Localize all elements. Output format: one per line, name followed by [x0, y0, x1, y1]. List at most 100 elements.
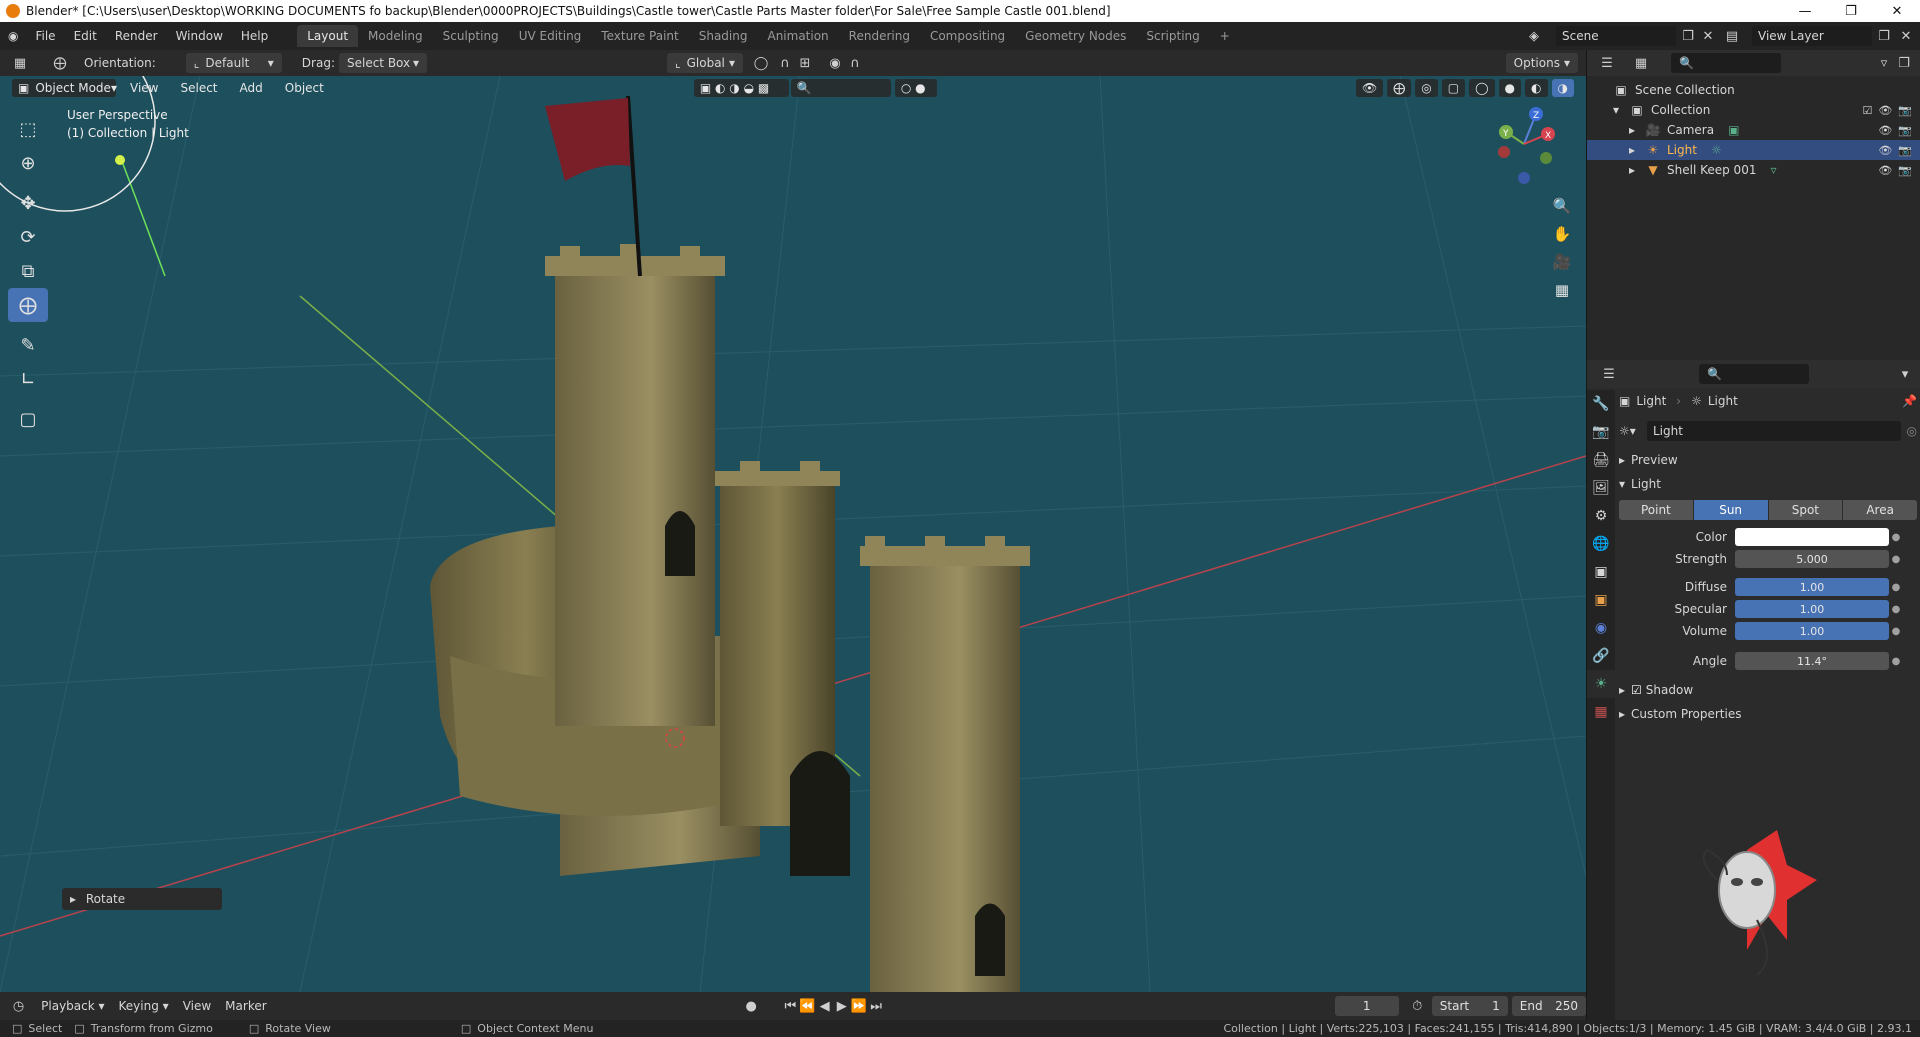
timeline-view-menu[interactable]: View — [183, 999, 211, 1013]
last-operation-panel[interactable]: ▸ Rotate — [62, 888, 222, 910]
keyframe-dot-icon[interactable]: ● — [1889, 582, 1903, 593]
expand-arrow-icon[interactable]: ▸ — [1629, 143, 1645, 157]
preview-range-icon[interactable]: ⏱ — [1409, 996, 1426, 1016]
close-window-button[interactable]: ✕ — [1874, 0, 1920, 22]
eye-icon[interactable]: 👁 — [1878, 144, 1892, 157]
delete-scene-icon[interactable]: ✕ — [1698, 26, 1718, 46]
properties-editor-icon[interactable]: ☰ — [1599, 364, 1619, 384]
shading-rendered-icon[interactable]: ◑ — [1551, 79, 1574, 97]
viewport-menu-view[interactable]: View — [130, 81, 158, 95]
scene-selector-icon[interactable]: ◈ — [1524, 26, 1544, 46]
snap-target-icon[interactable]: ⊞ — [795, 53, 815, 73]
light-data-icon[interactable]: ☼ — [1711, 143, 1722, 157]
outliner-collection[interactable]: ▾ ▣ Collection ☑ 👁 📷 — [1587, 100, 1920, 120]
workspace-tab-animation[interactable]: Animation — [757, 25, 838, 47]
keyframe-dot-icon[interactable]: ● — [1889, 604, 1903, 615]
perspective-toggle-icon[interactable]: ▦ — [1548, 276, 1576, 304]
light-section[interactable]: ▾ Light — [1619, 472, 1917, 496]
editor-type-icon[interactable]: ▦ — [10, 53, 30, 73]
jump-keyframe-back-icon[interactable]: ⏪ — [799, 996, 816, 1016]
view-layer-tab-icon[interactable]: 🖼 — [1587, 474, 1615, 502]
workspace-tab-compositing[interactable]: Compositing — [920, 25, 1015, 47]
new-view-layer-icon[interactable]: ❐ — [1874, 26, 1894, 46]
strength-field[interactable]: 5.000 — [1735, 550, 1889, 568]
play-icon[interactable]: ▶ — [833, 996, 850, 1016]
viewport-menu-object[interactable]: Object — [285, 81, 324, 95]
light-type-area[interactable]: Area — [1843, 500, 1917, 520]
navigation-gizmo[interactable]: Z Y X — [1484, 104, 1564, 184]
exclude-checkbox-icon[interactable]: ☑ — [1862, 104, 1872, 117]
view-layer-field[interactable]: View Layer — [1752, 26, 1872, 46]
light-type-sun[interactable]: Sun — [1693, 500, 1768, 520]
light-type-point[interactable]: Point — [1619, 500, 1693, 520]
shading-wireframe-icon[interactable]: ◯ — [1469, 79, 1495, 97]
expand-arrow-icon[interactable]: ▸ — [1629, 123, 1645, 137]
render-camera-icon[interactable]: 📷 — [1898, 164, 1912, 177]
selection-mode-buttons[interactable]: ▣ ◐ ◑ ◒ ▩ — [693, 79, 789, 97]
proportional-edit-icon[interactable]: ◉ — [825, 53, 845, 73]
light-type-selector-icon[interactable]: ☼▾ — [1619, 424, 1647, 438]
marker-menu[interactable]: Marker — [225, 999, 266, 1013]
restore-button[interactable]: ❐ — [1828, 0, 1874, 22]
workspace-tab-sculpting[interactable]: Sculpting — [433, 25, 509, 47]
shading-material-icon[interactable]: ◐ — [1525, 79, 1548, 97]
menu-file[interactable]: File — [26, 22, 64, 50]
cursor-tool-icon[interactable]: ⊕ — [8, 146, 48, 180]
camera-view-icon[interactable]: 🎥 — [1548, 248, 1576, 276]
scene-name-field[interactable]: Scene — [1556, 26, 1676, 46]
menu-render[interactable]: Render — [106, 22, 167, 50]
object-mode-dropdown[interactable]: ▣ Object Mode ▾ — [12, 79, 117, 97]
outliner-item-camera[interactable]: ▸ 🎥 Camera ▣ 👁 📷 — [1587, 120, 1920, 140]
viewport-menu-add[interactable]: Add — [240, 81, 263, 95]
collection-tab-icon[interactable]: ▣ — [1587, 558, 1615, 586]
keyframe-dot-icon[interactable]: ● — [1889, 532, 1903, 543]
filter-buttons[interactable]: ○ ● — [894, 79, 937, 97]
datablock-name-field[interactable]: Light — [1647, 421, 1901, 441]
eye-icon[interactable]: 👁 — [1878, 164, 1892, 177]
mesh-data-icon[interactable]: ▿ — [1770, 163, 1776, 177]
outliner-search[interactable]: 🔍 — [1671, 53, 1781, 73]
keying-menu[interactable]: Keying ▾ — [119, 999, 169, 1013]
keyframe-dot-icon[interactable]: ● — [1889, 554, 1903, 565]
scene-tab-icon[interactable]: ⚙ — [1587, 502, 1615, 530]
auto-keying-icon[interactable]: ● — [743, 996, 760, 1016]
shadow-checkbox-icon[interactable]: ☑ — [1631, 683, 1642, 697]
properties-search[interactable]: 🔍 — [1699, 364, 1809, 384]
measure-tool-icon[interactable]: ∟ — [8, 362, 48, 396]
transform-orientation-dropdown[interactable]: ⌞ Global ▾ — [666, 53, 743, 73]
shading-solid-icon[interactable]: ● — [1498, 79, 1522, 97]
filter-icon[interactable]: ▿ — [1874, 53, 1894, 73]
delete-view-layer-icon[interactable]: ✕ — [1896, 26, 1916, 46]
camera-data-icon[interactable]: ▣ — [1728, 123, 1739, 137]
select-box-tool-icon[interactable]: ⬚ — [8, 112, 48, 146]
snap-icon[interactable]: ∩ — [775, 53, 795, 73]
keyframe-dot-icon[interactable]: ● — [1889, 656, 1903, 667]
render-camera-icon[interactable]: 📷 — [1898, 124, 1912, 137]
minimize-button[interactable]: — — [1782, 0, 1828, 22]
gizmo-toggle-icon[interactable]: ⨁ — [1387, 79, 1412, 97]
diffuse-slider[interactable]: 1.00 — [1735, 578, 1889, 596]
add-cube-tool-icon[interactable]: ▢ — [8, 402, 48, 436]
move-tool-icon[interactable]: ✥ — [8, 186, 48, 220]
shadow-section[interactable]: ▸ ☑ Shadow — [1619, 678, 1917, 702]
jump-keyframe-forward-icon[interactable]: ⏩ — [850, 996, 867, 1016]
render-camera-icon[interactable]: 📷 — [1898, 104, 1912, 117]
workspace-tab-layout[interactable]: Layout — [297, 25, 359, 47]
workspace-tab-texture-paint[interactable]: Texture Paint — [591, 25, 688, 47]
keyframe-dot-icon[interactable]: ● — [1889, 626, 1903, 637]
current-frame-field[interactable]: 1 — [1334, 996, 1399, 1016]
specular-slider[interactable]: 1.00 — [1735, 600, 1889, 618]
visibility-icon[interactable]: 👁 — [1356, 79, 1384, 97]
blender-menu-icon[interactable]: ◉ — [0, 22, 26, 50]
scale-tool-icon[interactable]: ⧉ — [8, 254, 48, 288]
drag-dropdown[interactable]: Select Box ▾ — [338, 53, 427, 73]
options-dropdown[interactable]: Options ▾ — [1505, 53, 1578, 73]
workspace-tab-shading[interactable]: Shading — [689, 25, 758, 47]
eye-icon[interactable]: 👁 — [1878, 104, 1892, 117]
light-data-tab-icon[interactable]: ☀ — [1587, 670, 1615, 698]
playback-menu[interactable]: Playback ▾ — [41, 999, 104, 1013]
new-collection-icon[interactable]: ❐ — [1894, 53, 1914, 73]
jump-end-icon[interactable]: ⏭ — [868, 996, 885, 1016]
eye-icon[interactable]: 👁 — [1878, 124, 1892, 137]
viewport-menu-select[interactable]: Select — [180, 81, 217, 95]
